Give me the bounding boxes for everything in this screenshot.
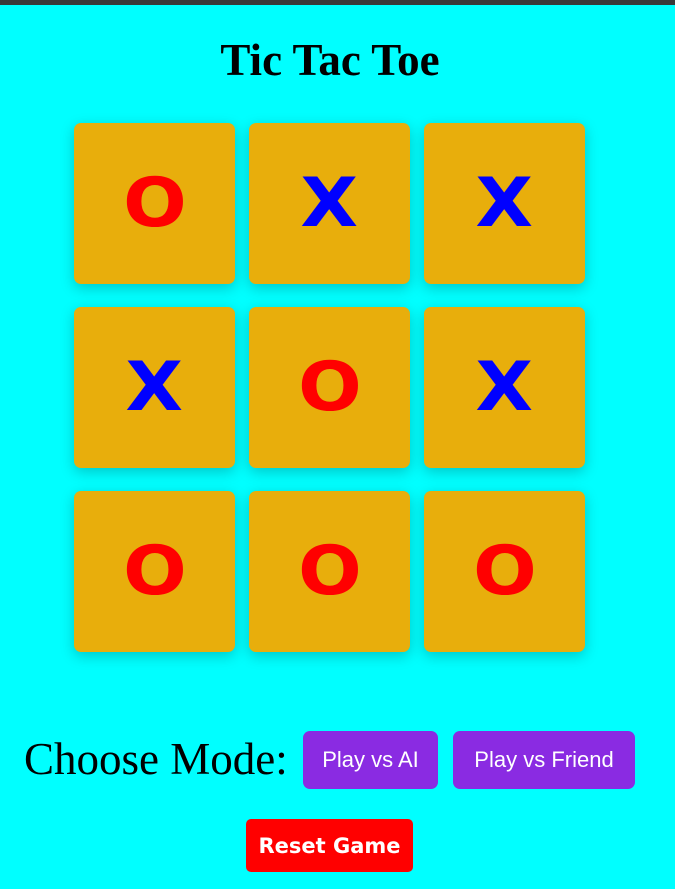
board-cell-4[interactable]: X (74, 307, 235, 468)
play-vs-ai-button[interactable]: Play vs AI (303, 731, 438, 789)
play-vs-friend-button[interactable]: Play vs Friend (453, 731, 635, 789)
cell-mark: O (122, 163, 187, 243)
board-cell-1[interactable]: O (74, 123, 235, 284)
cell-mark: X (475, 347, 534, 427)
board-cell-8[interactable]: O (249, 491, 410, 652)
board-cell-2[interactable]: X (249, 123, 410, 284)
cell-mark: O (297, 531, 362, 611)
reset-game-button[interactable]: Reset Game (246, 819, 413, 872)
cell-mark: X (125, 347, 184, 427)
game-board: O X X X O X O O O (74, 123, 585, 652)
cell-mark: X (475, 163, 534, 243)
board-cell-7[interactable]: O (74, 491, 235, 652)
page-title: Tic Tac Toe (220, 35, 440, 85)
board-cell-3[interactable]: X (424, 123, 585, 284)
cell-mark: X (300, 163, 359, 243)
cell-mark: O (122, 531, 187, 611)
cell-mark: O (297, 347, 362, 427)
cell-mark: O (472, 531, 537, 611)
board-cell-5[interactable]: O (249, 307, 410, 468)
board-cell-9[interactable]: O (424, 491, 585, 652)
board-cell-6[interactable]: X (424, 307, 585, 468)
choose-mode-label: Choose Mode: (24, 734, 288, 784)
top-bar (0, 0, 675, 5)
